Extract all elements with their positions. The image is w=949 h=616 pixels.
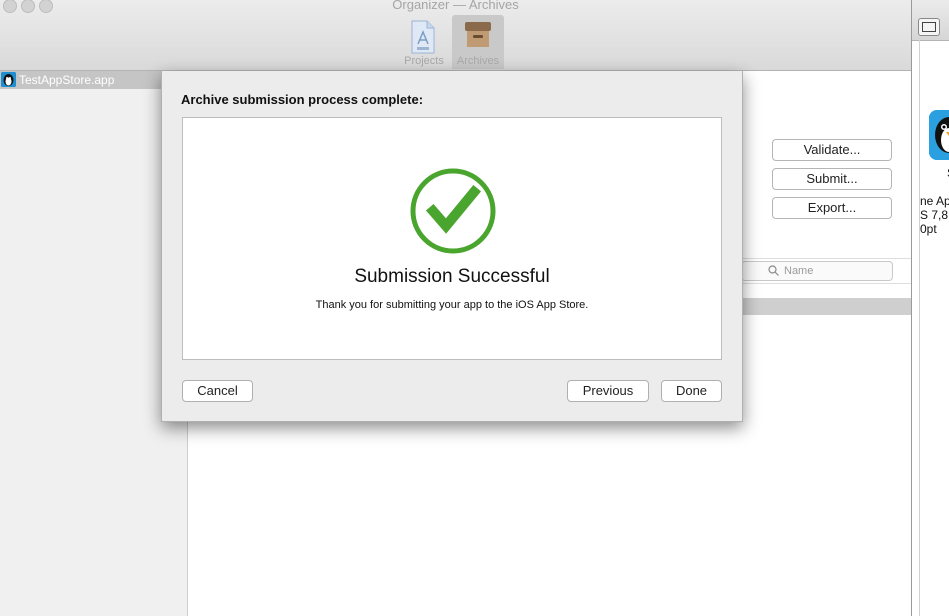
sheet-heading: Archive submission process complete: bbox=[181, 92, 424, 107]
search-placeholder: Name bbox=[784, 265, 814, 277]
layout-toggle-icon[interactable] bbox=[918, 18, 940, 36]
titlebar: Organizer — Archives Projects Archives bbox=[0, 0, 911, 71]
background-window: S ne App S 7,8 0pt bbox=[911, 0, 949, 616]
app-penguin-icon bbox=[1, 72, 16, 87]
archives-box-icon bbox=[464, 20, 492, 53]
window-title: Organizer — Archives bbox=[392, 0, 519, 12]
list-header bbox=[741, 298, 911, 315]
submit-button[interactable]: Submit... bbox=[772, 168, 892, 190]
app-icon-preview bbox=[929, 110, 949, 160]
checkmark-circle-icon bbox=[408, 168, 498, 261]
previous-button[interactable]: Previous bbox=[567, 380, 649, 402]
projects-document-icon bbox=[410, 20, 436, 57]
divider bbox=[741, 258, 911, 259]
sidebar-item-testappstore[interactable]: TestAppStore.app bbox=[0, 71, 187, 89]
app-info-line: S 7,8 bbox=[920, 208, 949, 222]
projects-label: Projects bbox=[404, 55, 444, 67]
status-message: Thank you for submitting your app to the… bbox=[315, 299, 589, 311]
divider bbox=[741, 283, 911, 284]
toolbar-archives-tab[interactable]: Archives bbox=[452, 15, 504, 69]
cancel-button[interactable]: Cancel bbox=[182, 380, 253, 402]
background-window-toolbar bbox=[912, 0, 949, 41]
archives-label: Archives bbox=[456, 55, 500, 67]
export-button[interactable]: Export... bbox=[772, 197, 892, 219]
search-icon bbox=[768, 265, 779, 279]
divider bbox=[919, 40, 920, 616]
status-title: Submission Successful bbox=[354, 266, 550, 287]
submission-sheet: Archive submission process complete: Sub… bbox=[161, 71, 743, 422]
toolbar-projects-tab[interactable]: Projects bbox=[398, 15, 450, 69]
validate-button[interactable]: Validate... bbox=[772, 139, 892, 161]
sidebar-item-label: TestAppStore.app bbox=[19, 73, 115, 87]
sidebar: TestAppStore.app bbox=[0, 71, 188, 616]
app-info-line: 0pt bbox=[920, 222, 937, 236]
status-panel: Submission Successful Thank you for subm… bbox=[182, 117, 722, 360]
done-button[interactable]: Done bbox=[661, 380, 722, 402]
search-input[interactable]: Name bbox=[741, 261, 893, 281]
app-info-line: ne App bbox=[920, 194, 949, 208]
